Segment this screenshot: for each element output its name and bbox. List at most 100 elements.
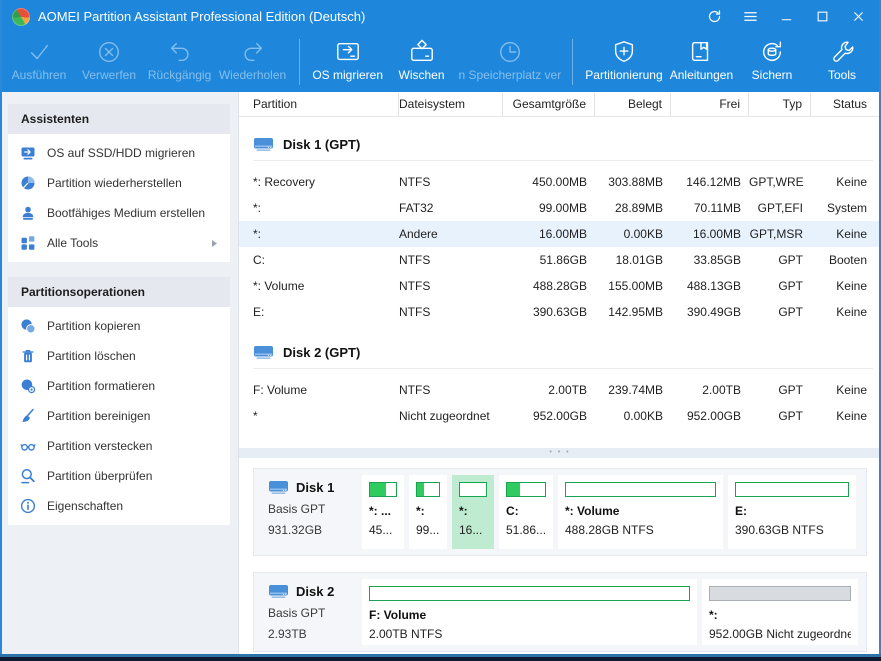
cell-free: 952.00GB (671, 409, 749, 423)
cell-free: 2.00TB (671, 383, 749, 397)
partition-block[interactable]: *:99... (409, 475, 447, 549)
sidebar-item-label: Partition bereinigen (47, 409, 150, 423)
sidebar-item-label: Partition verstecken (47, 439, 152, 453)
toolbar-button-anleitungen[interactable]: Anleitungen (666, 33, 737, 82)
disk-name: Disk 2 (296, 584, 334, 599)
format-partition-icon (20, 378, 36, 394)
table-row[interactable]: F: VolumeNTFS2.00TB239.74MB2.00TBGPTKein… (239, 377, 881, 403)
column-header-gesamtgr-e: Gesamtgröße (503, 93, 595, 116)
disk-group-header-disk-1-gpt[interactable]: Disk 1 (GPT) (253, 131, 881, 157)
usage-bar (565, 482, 716, 497)
toolbar-button-tools[interactable]: Tools (807, 33, 877, 82)
column-header-belegt: Belegt (595, 93, 671, 116)
disk-group-header-disk-2-gpt[interactable]: Disk 2 (GPT) (253, 339, 881, 365)
cell-status: Keine (811, 409, 875, 423)
table-row[interactable]: *:FAT3299.00MB28.89MB70.11MBGPT,EFISyste… (239, 195, 881, 221)
sidebar-item-partition-formatieren[interactable]: Partition formatieren (8, 371, 230, 401)
toolbar-button-wischen[interactable]: Wischen (387, 33, 457, 82)
toolbar-button-partitionierung[interactable]: Partitionierung (582, 33, 666, 82)
cell-fs: NTFS (399, 305, 503, 319)
cell-free: 70.11MB (671, 201, 749, 215)
partitioning-icon (611, 38, 637, 66)
cell-used: 142.95MB (595, 305, 671, 319)
table-row[interactable]: *: RecoveryNTFS450.00MB303.88MB146.12MBG… (239, 169, 881, 195)
disk-capacity: 931.32GB (268, 523, 362, 537)
sidebar-item-partition-kopieren[interactable]: Partition kopieren (8, 311, 230, 341)
cell-fs: NTFS (399, 175, 503, 189)
cell-total: 390.63GB (503, 305, 595, 319)
cell-total: 51.86GB (503, 253, 595, 267)
column-header-dateisystem: Dateisystem (399, 93, 503, 116)
usage-bar (416, 482, 440, 497)
sidebar-item-alle-tools[interactable]: Alle Tools (8, 228, 230, 258)
wipe-disk-icon (409, 38, 435, 66)
close-icon (852, 10, 865, 23)
cell-total: 99.00MB (503, 201, 595, 215)
toolbar-button-label: Wischen (399, 68, 445, 82)
column-header-status: Status (811, 93, 875, 116)
discard-icon (96, 38, 122, 66)
cell-status: Booten (811, 253, 875, 267)
sidebar-section-assistenten: AssistentenOS auf SSD/HDD migrierenParti… (8, 104, 230, 262)
toolbar-button-label: OS migrieren (312, 68, 383, 82)
cell-type: GPT (749, 383, 811, 397)
cell-free: 33.85GB (671, 253, 749, 267)
partition-size: 51.86... (506, 523, 546, 537)
partition-label: E: (735, 504, 849, 518)
partition-block[interactable]: *:952.00GB Nicht zugeordnet (702, 579, 858, 645)
sidebar-item-partition-verstecken[interactable]: Partition verstecken (8, 431, 230, 461)
toolbar-button-os-migrieren[interactable]: OS migrieren (309, 33, 387, 82)
sidebar-item-label: Partition löschen (47, 349, 136, 363)
close-button[interactable] (845, 5, 871, 29)
cell-total: 2.00TB (503, 383, 595, 397)
partition-block[interactable]: F: Volume2.00TB NTFS (362, 579, 697, 645)
bootable-media-icon (20, 205, 36, 221)
partition-size: 2.00TB NTFS (369, 627, 690, 641)
main-panel: PartitionDateisystemGesamtgrößeBelegtFre… (239, 92, 881, 654)
toolbar-button-label: n Speicherplatz ver (458, 68, 561, 82)
usage-bar-fill (417, 483, 424, 496)
minimize-button[interactable] (773, 5, 799, 29)
sidebar-item-bootf-higes-medium-erstellen[interactable]: Bootfähiges Medium erstellen (8, 198, 230, 228)
usage-bar (506, 482, 546, 497)
partition-block[interactable]: *: ...45... (362, 475, 404, 549)
sidebar-item-eigenschaften[interactable]: Eigenschaften (8, 491, 230, 521)
sidebar-section-items: Partition kopieren Partition löschen Parti… (8, 307, 230, 525)
maximize-button[interactable] (809, 5, 835, 29)
cell-free: 390.49GB (671, 305, 749, 319)
sidebar-item-partition-berpr-fen[interactable]: Partition überprüfen (8, 461, 230, 491)
sidebar: AssistentenOS auf SSD/HDD migrierenParti… (0, 92, 239, 654)
partition-block[interactable]: C:51.86... (499, 475, 553, 549)
toolbar-button-sichern[interactable]: Sichern (737, 33, 807, 82)
partition-block[interactable]: *: Volume488.28GB NTFS (558, 475, 723, 549)
table-row[interactable]: *: VolumeNTFS488.28GB155.00MB488.13GBGPT… (239, 273, 881, 299)
usage-bar (709, 586, 851, 601)
sidebar-section-partitionsoperationen: PartitionsoperationenPartition kopierenP… (8, 277, 230, 525)
partition-size: 45... (369, 523, 397, 537)
usage-bar (369, 482, 397, 497)
refresh-button[interactable] (701, 5, 727, 29)
table-row[interactable]: C:NTFS51.86GB18.01GB33.85GBGPTBooten (239, 247, 881, 273)
toolbar-button-label: Wiederholen (219, 68, 286, 82)
table-row[interactable]: *:Andere16.00MB0.00KB16.00MBGPT,MSRKeine (239, 221, 881, 247)
disk-card-disk-1: Disk 1Basis GPT931.32GB*: ...45...*:99..… (253, 468, 867, 556)
sidebar-item-partition-wiederherstellen[interactable]: Partition wiederherstellen (8, 168, 230, 198)
app-logo-icon (12, 8, 30, 26)
window-bottom-border (0, 654, 881, 661)
sidebar-item-partition-bereinigen[interactable]: Partition bereinigen (8, 401, 230, 431)
disk-capacity: 2.93TB (268, 627, 362, 641)
table-row[interactable]: E:NTFS390.63GB142.95MB390.49GBGPTKeine (239, 299, 881, 325)
cell-partition: *: (253, 227, 399, 241)
migrate-disk-icon (20, 145, 36, 161)
toolbar-button-label: Sichern (752, 68, 793, 82)
window-controls (701, 5, 871, 29)
menu-button[interactable] (737, 5, 763, 29)
partition-block[interactable]: *:16... (452, 475, 494, 549)
panel-splitter[interactable] (239, 448, 881, 458)
partition-block[interactable]: E:390.63GB NTFS (728, 475, 856, 549)
table-row[interactable]: *Nicht zugeordnet952.00GB0.00KB952.00GBG… (239, 403, 881, 429)
sidebar-item-os-auf-ssd-hdd-migrieren[interactable]: OS auf SSD/HDD migrieren (8, 138, 230, 168)
sidebar-item-partition-l-schen[interactable]: Partition löschen (8, 341, 230, 371)
submenu-arrow-icon (211, 239, 218, 248)
backup-icon (759, 38, 785, 66)
